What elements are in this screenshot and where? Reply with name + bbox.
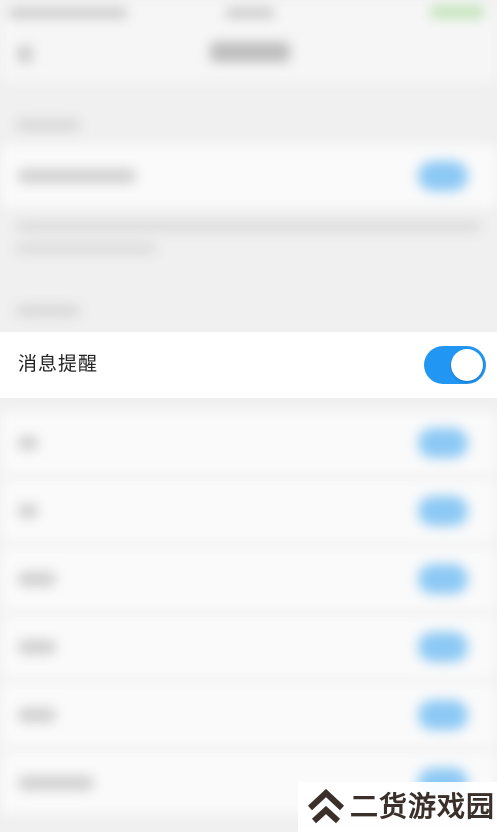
message-reminder-row[interactable]: 消息提醒 <box>0 332 497 398</box>
toggle-icon <box>418 632 468 662</box>
settings-row <box>0 548 497 610</box>
message-reminder-label: 消息提醒 <box>18 354 99 375</box>
toggle-icon <box>418 161 468 191</box>
page-title <box>210 42 290 62</box>
watermark: 二货游戏园 <box>298 782 497 832</box>
toggle-knob <box>451 349 483 381</box>
toggle-icon <box>418 564 468 594</box>
message-reminder-toggle[interactable] <box>424 346 486 384</box>
section-header <box>16 306 80 316</box>
back-icon <box>18 46 32 62</box>
section-header <box>16 120 80 130</box>
settings-row <box>0 412 497 474</box>
setting-description <box>16 222 481 231</box>
settings-row <box>0 145 497 207</box>
settings-row <box>0 684 497 746</box>
toggle-icon <box>418 700 468 730</box>
toggle-icon <box>418 428 468 458</box>
watermark-text: 二货游戏园 <box>350 791 496 822</box>
settings-row <box>0 480 497 542</box>
toggle-icon <box>418 496 468 526</box>
navigation-bar <box>0 28 497 82</box>
blurred-background <box>0 0 497 832</box>
double-chevron-up-icon <box>307 788 345 824</box>
settings-row <box>0 616 497 678</box>
setting-description <box>16 244 156 253</box>
status-bar <box>0 0 497 28</box>
